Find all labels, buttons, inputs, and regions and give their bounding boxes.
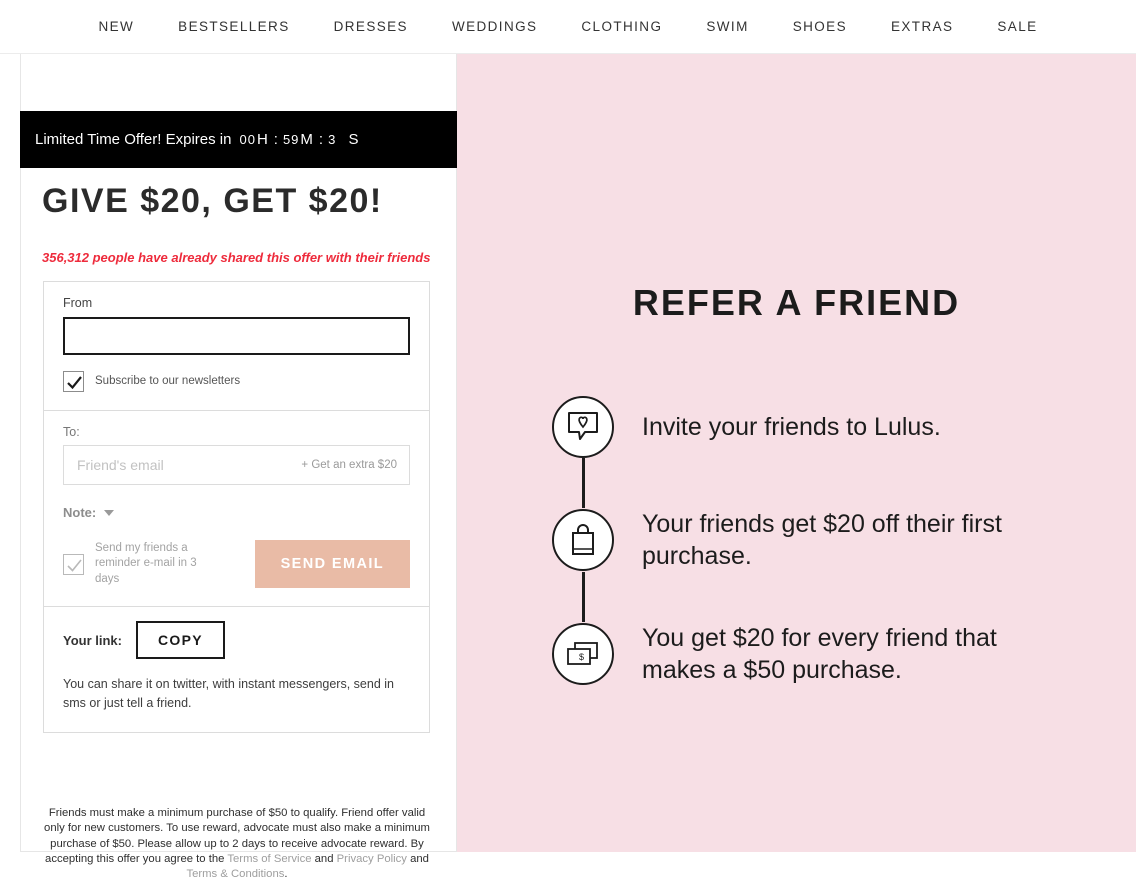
- limited-time-offer-banner: Limited Time Offer! Expires in 00 H : 59…: [20, 111, 457, 168]
- referral-page: Limited Time Offer! Expires in 00 H : 59…: [0, 54, 1136, 896]
- step-friend-discount: Your friends get $20 off their first pur…: [552, 508, 1112, 572]
- to-email-field[interactable]: + Get an extra $20: [63, 445, 410, 485]
- privacy-policy-link[interactable]: Privacy Policy: [337, 853, 407, 865]
- checkmark-icon: [65, 373, 84, 392]
- countdown-timer: 00 H : 59 M : 3 S: [239, 131, 364, 148]
- refer-a-friend-title: REFER A FRIEND: [457, 282, 1136, 324]
- checkmark-icon: [65, 556, 84, 575]
- step-invite-text: Invite your friends to Lulus.: [642, 411, 941, 443]
- nav-item-sale[interactable]: SALE: [975, 19, 1059, 34]
- reminder-checkbox[interactable]: [63, 554, 84, 575]
- copy-link-button[interactable]: COPY: [136, 621, 225, 659]
- nav-item-bestsellers[interactable]: BESTSELLERS: [156, 19, 311, 34]
- referral-form-card: From Subscribe to our newsletters To: + …: [43, 281, 430, 733]
- from-label: From: [63, 296, 410, 310]
- money-bills-icon: $: [552, 623, 614, 685]
- main-navigation: NEW BESTSELLERS DRESSES WEDDINGS CLOTHIN…: [0, 0, 1136, 54]
- newsletter-checkbox[interactable]: [63, 371, 84, 392]
- step-connector-1: [582, 458, 585, 508]
- step-friend-discount-text: Your friends get $20 off their first pur…: [642, 508, 1062, 572]
- terms-conditions-link[interactable]: Terms & Conditions: [186, 868, 284, 880]
- countdown-minutes: 59: [283, 132, 299, 147]
- newsletter-checkbox-row[interactable]: Subscribe to our newsletters: [63, 371, 410, 392]
- share-link-section: Your link: COPY You can share it on twit…: [44, 607, 429, 732]
- svg-text:$: $: [579, 652, 584, 662]
- link-row: Your link: COPY: [63, 621, 410, 659]
- countdown-seconds-unit: S: [349, 131, 359, 148]
- social-proof-text: 356,312 people have already shared this …: [42, 250, 430, 265]
- legal-and-2: and: [407, 853, 429, 865]
- your-link-label: Your link:: [63, 633, 122, 648]
- extra-reward-hint: + Get an extra $20: [301, 459, 409, 471]
- countdown-hours-unit: H: [257, 131, 268, 148]
- nav-item-swim[interactable]: SWIM: [684, 19, 770, 34]
- nav-item-dresses[interactable]: DRESSES: [312, 19, 430, 34]
- step-connector-2: [582, 572, 585, 622]
- from-section: From Subscribe to our newsletters: [44, 282, 429, 410]
- step-reward-text: You get $20 for every friend that makes …: [642, 622, 1062, 686]
- countdown-seconds: 3: [328, 132, 336, 147]
- share-description: You can share it on twitter, with instan…: [63, 675, 410, 714]
- countdown-seconds-placeholder: [337, 131, 341, 148]
- countdown-minutes-unit: M: [300, 131, 313, 148]
- from-email-input[interactable]: [63, 317, 410, 355]
- step-invite: Invite your friends to Lulus.: [552, 396, 1112, 458]
- legal-disclaimer: Friends must make a minimum purchase of …: [42, 806, 432, 882]
- speech-bubble-heart-icon: [552, 396, 614, 458]
- legal-period: .: [284, 868, 287, 880]
- newsletter-label: Subscribe to our newsletters: [95, 374, 240, 390]
- page-title: GIVE $20, GET $20!: [42, 182, 383, 221]
- step-reward: $ You get $20 for every friend that make…: [552, 622, 1112, 686]
- countdown-hours: 00: [239, 132, 255, 147]
- note-label: Note:: [63, 505, 96, 520]
- reminder-label: Send my friends a reminder e-mail in 3 d…: [95, 541, 223, 588]
- how-it-works-steps: Invite your friends to Lulus. Your frien…: [552, 396, 1112, 686]
- nav-item-new[interactable]: NEW: [76, 19, 156, 34]
- countdown-separator-2: :: [319, 131, 323, 148]
- shopping-bag-icon: [552, 509, 614, 571]
- note-toggle[interactable]: Note:: [63, 505, 410, 520]
- nav-item-weddings[interactable]: WEDDINGS: [430, 19, 559, 34]
- send-action-row: Send my friends a reminder e-mail in 3 d…: [63, 540, 410, 588]
- chevron-down-icon: [104, 510, 114, 516]
- friend-email-input[interactable]: [64, 446, 301, 484]
- send-email-button[interactable]: SEND EMAIL: [255, 540, 410, 588]
- to-label: To:: [63, 425, 410, 439]
- banner-label: Limited Time Offer! Expires in: [35, 131, 231, 148]
- legal-and-1: and: [312, 853, 337, 865]
- nav-item-clothing[interactable]: CLOTHING: [559, 19, 684, 34]
- nav-item-extras[interactable]: EXTRAS: [869, 19, 975, 34]
- to-section: To: + Get an extra $20 Note: Send my fri…: [44, 411, 429, 606]
- terms-of-service-link[interactable]: Terms of Service: [227, 853, 311, 865]
- nav-item-shoes[interactable]: SHOES: [771, 19, 869, 34]
- countdown-separator-1: :: [274, 131, 278, 148]
